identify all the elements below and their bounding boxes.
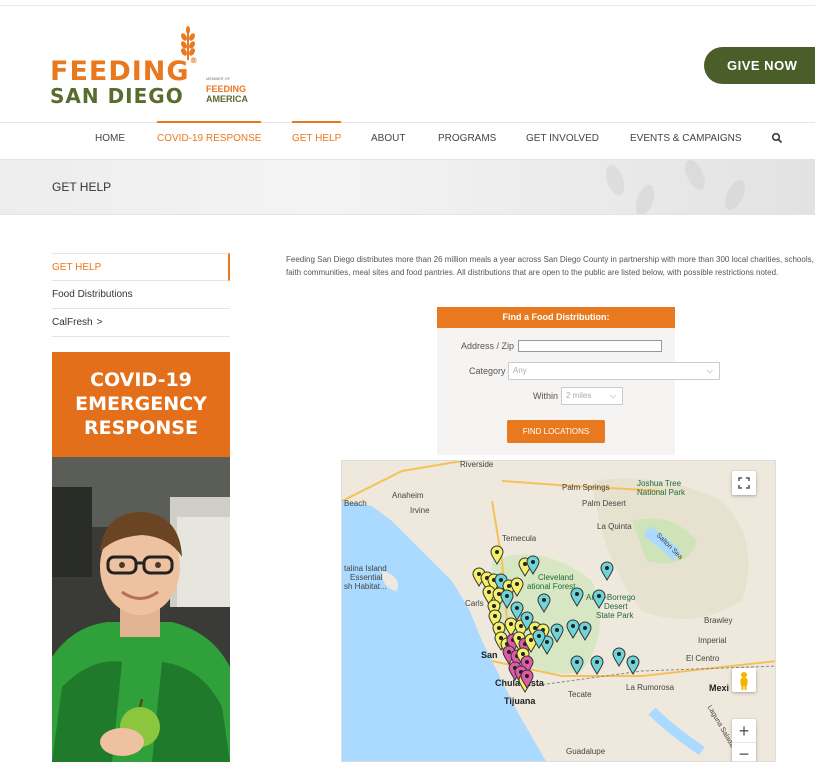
- map-label-irvine: Irvine: [410, 506, 430, 515]
- zoom-out-button[interactable]: −: [732, 743, 756, 761]
- map-label-national-park: National Park: [637, 488, 686, 497]
- promo-heading: COVID-19 EMERGENCY RESPONSE: [52, 352, 230, 457]
- sidebar-item-food-distributions[interactable]: Food Distributions: [52, 281, 230, 309]
- nav-home[interactable]: HOME: [95, 133, 125, 144]
- map-pin-marker[interactable]: [592, 589, 606, 609]
- search-icon[interactable]: [771, 132, 783, 144]
- map-pin-marker[interactable]: [600, 561, 614, 581]
- address-label: Address / Zip: [461, 341, 515, 351]
- main-nav: HOME COVID-19 RESPONSE GET HELP ABOUT PR…: [0, 121, 815, 159]
- food-distribution-finder: Find a Food Distribution: Address / Zip …: [437, 307, 720, 455]
- map-label-anaheim: Anaheim: [392, 491, 424, 500]
- chevron-down-icon: ⌵: [609, 391, 616, 400]
- map-label-catalina: talina Island: [344, 564, 387, 573]
- give-now-button[interactable]: GIVE NOW: [704, 47, 815, 84]
- map-label-palm-desert: Palm Desert: [582, 499, 627, 508]
- zoom-in-button[interactable]: +: [732, 719, 756, 743]
- map-pin-marker[interactable]: [626, 655, 640, 675]
- covid-promo-banner[interactable]: COVID-19 EMERGENCY RESPONSE: [52, 352, 230, 762]
- within-label: Within: [533, 391, 559, 401]
- address-input[interactable]: [518, 340, 662, 352]
- wheat-icon: [181, 26, 195, 60]
- wheat-decoration: [605, 160, 745, 214]
- map-pin-marker[interactable]: [612, 647, 626, 667]
- feeding-san-diego-logo[interactable]: FEEDING® SAN DIEGO MEMBER OF FEEDING AME…: [50, 26, 265, 108]
- nav-get-involved[interactable]: GET INVOLVED: [526, 133, 599, 144]
- map-pin-marker[interactable]: [590, 655, 604, 675]
- street-view-pegman[interactable]: [732, 668, 756, 692]
- logo-feeding-text: FEEDING®: [50, 56, 199, 87]
- boy-with-apple-image: [52, 457, 230, 762]
- map-label-state-park: State Park: [596, 611, 634, 620]
- sidebar-item-label: CalFresh: [52, 317, 93, 328]
- category-label: Category: [469, 366, 506, 376]
- nav-covid-19-response[interactable]: COVID-19 RESPONSE: [157, 121, 262, 144]
- chevron-down-icon: ⌵: [706, 366, 713, 375]
- sidebar-item-calfresh[interactable]: CalFresh >: [52, 309, 230, 337]
- map-label-la-quinta: La Quinta: [597, 522, 632, 531]
- category-select[interactable]: Any ⌵: [508, 362, 720, 380]
- sidebar-item-get-help[interactable]: GET HELP: [52, 253, 230, 281]
- nav-get-help[interactable]: GET HELP: [292, 121, 342, 144]
- zoom-controls: + −: [732, 719, 756, 761]
- member-of-text: MEMBER OF: [206, 76, 231, 81]
- nav-about[interactable]: ABOUT: [371, 133, 405, 144]
- page-title: GET HELP: [52, 180, 112, 194]
- map-label-el-centro: El Centro: [686, 654, 720, 663]
- distribution-map[interactable]: Riverside Anaheim Irvine Beach Palm Spri…: [341, 460, 776, 762]
- map-label-tijuana: Tijuana: [504, 696, 536, 706]
- map-label-mexicali: Mexi: [709, 683, 730, 693]
- map-label-national-forest: ational Forest: [527, 582, 576, 591]
- map-label-tecate: Tecate: [568, 690, 592, 699]
- map-label-palm-springs: Palm Springs: [562, 483, 610, 492]
- map-label-joshua-tree: Joshua Tree: [637, 479, 682, 488]
- map-pin-marker[interactable]: [578, 621, 592, 641]
- sidebar: GET HELP Food Distributions CalFresh >: [52, 253, 230, 337]
- map-label-san-diego: San: [481, 650, 498, 660]
- map-label-riverside: Riverside: [460, 460, 494, 469]
- map-pin-marker[interactable]: [570, 655, 584, 675]
- map-label-cleveland: Cleveland: [538, 573, 574, 582]
- nav-events-campaigns[interactable]: EVENTS & CAMPAIGNS: [630, 133, 742, 144]
- map-pin-marker[interactable]: [537, 593, 551, 613]
- find-locations-button[interactable]: FIND LOCATIONS: [507, 420, 605, 443]
- map-label-brawley: Brawley: [704, 616, 733, 625]
- pegman-icon: [740, 672, 748, 690]
- map-label-carlsbad: Carls: [465, 599, 484, 608]
- fullscreen-icon: [738, 477, 750, 489]
- chevron-right-icon: >: [96, 317, 103, 328]
- map-label-imperial: Imperial: [698, 636, 727, 645]
- map-pin-marker[interactable]: [520, 669, 534, 689]
- page-header-band: GET HELP: [0, 159, 815, 215]
- map-pin-marker[interactable]: [526, 555, 540, 575]
- map-pin-marker[interactable]: [490, 545, 504, 565]
- nav-programs[interactable]: PROGRAMS: [438, 133, 496, 144]
- map-label-guadalupe: Guadalupe: [566, 747, 606, 756]
- logo-san-diego-text: SAN DIEGO: [50, 84, 184, 108]
- map-label-essential: Essential: [350, 573, 383, 582]
- map-pin-marker[interactable]: [570, 587, 584, 607]
- fullscreen-button[interactable]: [732, 471, 756, 495]
- map-pin-marker[interactable]: [532, 629, 546, 649]
- map-label-la-rumorosa: La Rumorosa: [626, 683, 675, 692]
- map-label-temecula: Temecula: [502, 534, 537, 543]
- intro-paragraph: Feeding San Diego distributes more than …: [286, 255, 814, 277]
- finder-title: Find a Food Distribution:: [437, 307, 675, 328]
- map-label-beach: Beach: [344, 499, 367, 508]
- map-label-habitat: sh Habitat...: [344, 582, 387, 591]
- feeding-america-logo: FEEDING AMERICA: [206, 84, 248, 104]
- within-select[interactable]: 2 miles ⌵: [561, 387, 623, 405]
- map-label-desert: Desert: [604, 602, 628, 611]
- top-strip: [0, 0, 815, 6]
